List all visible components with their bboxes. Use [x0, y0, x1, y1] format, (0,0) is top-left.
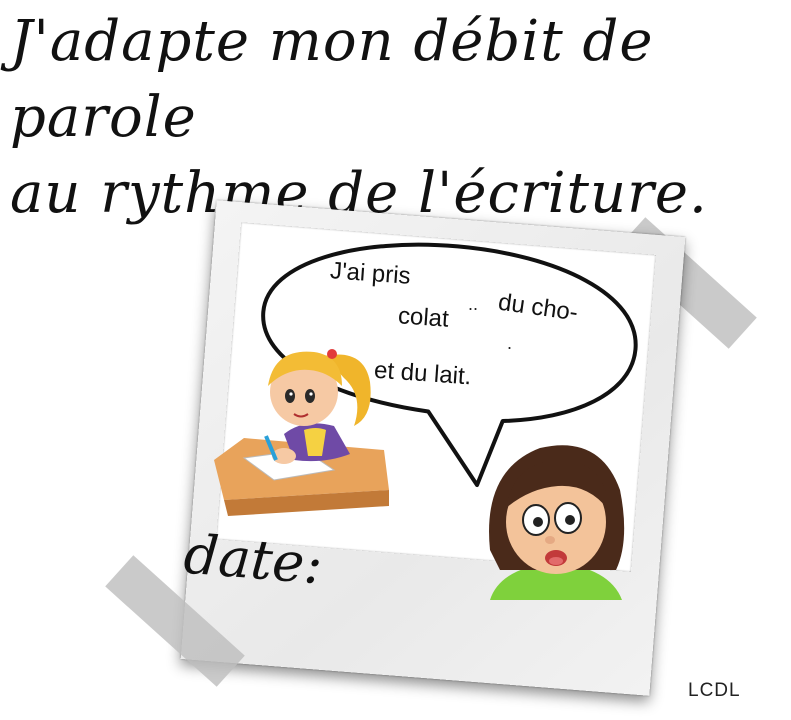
page-title: J'adapte mon débit de parole au rythme d… — [10, 4, 780, 232]
pause-marker-2: . — [507, 333, 513, 353]
speech-text-1: J'ai pris — [329, 257, 412, 290]
talking-girl-illustration — [489, 445, 625, 600]
pause-marker-1: .. — [468, 294, 479, 314]
title-line-1: J'adapte mon débit de parole — [10, 9, 654, 150]
writing-girl-illustration — [214, 349, 389, 516]
credit-text: LCDL — [688, 680, 741, 701]
speech-text-3: colat — [397, 302, 450, 333]
date-label: date: — [181, 522, 325, 597]
